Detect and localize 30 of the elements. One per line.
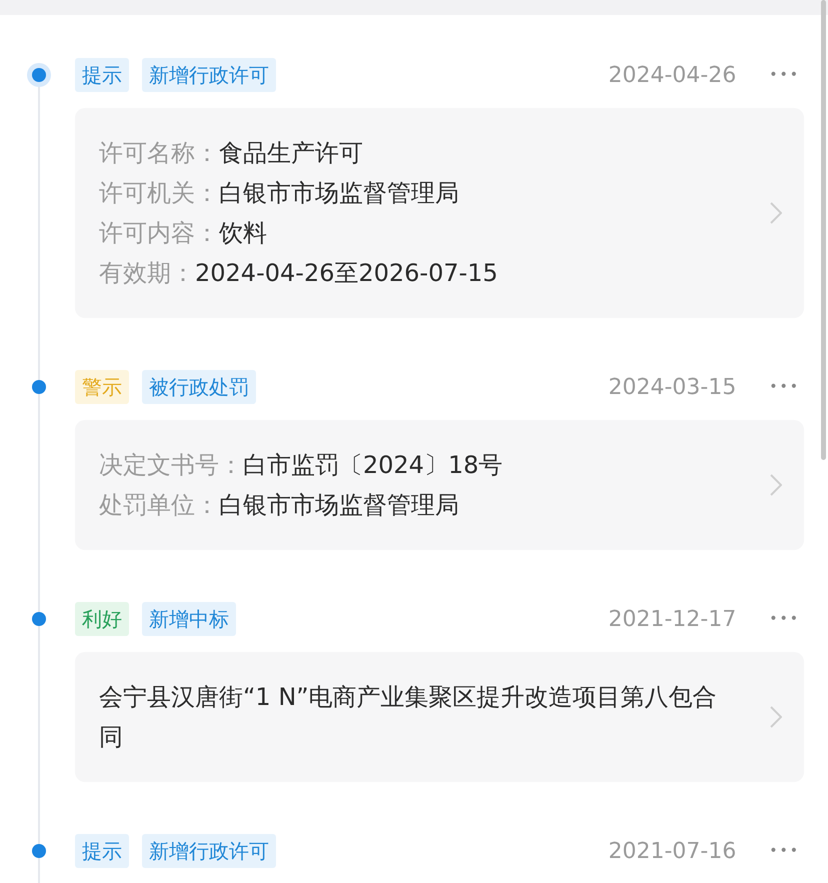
tag: 被行政处罚 (142, 370, 256, 404)
detail-field: 处罚单位：白银市市场监督管理局 (99, 485, 734, 525)
tag: 提示 (75, 834, 129, 868)
chevron-right-icon (770, 473, 782, 497)
more-button[interactable]: ••• (769, 379, 800, 395)
chevron-right-icon (770, 705, 782, 729)
detail-card[interactable]: 决定文书号：白市监罚〔2024〕18号 处罚单位：白银市市场监督管理局 (75, 420, 804, 550)
detail-card[interactable]: 许可名称：食品生产许可 许可机关：白银市市场监督管理局 许可内容：饮料 有效期：2024-04-26至2026-07-15 (75, 108, 804, 318)
detail-field: 许可内容：饮料 (99, 213, 734, 253)
detail-field: 决定文书号：白市监罚〔2024〕18号 (99, 445, 734, 485)
detail-field: 许可名称：食品生产许可 (99, 133, 734, 173)
more-button[interactable]: ••• (769, 843, 800, 859)
more-button[interactable]: ••• (769, 611, 800, 627)
tag: 新增中标 (142, 602, 236, 636)
detail-card[interactable]: 会宁县汉唐街“1 N”电商产业集聚区提升改造项目第八包合同 (75, 652, 804, 782)
tag: 利好 (75, 602, 129, 636)
tag: 警示 (75, 370, 129, 404)
chevron-right-icon (770, 201, 782, 225)
tag: 提示 (75, 58, 129, 92)
date: 2021-07-16 (608, 838, 736, 864)
detail-field: 有效期：2024-04-26至2026-07-15 (99, 253, 734, 293)
detail-field: 许可机关：白银市市场监督管理局 (99, 173, 734, 213)
tag: 新增行政许可 (142, 834, 276, 868)
date: 2024-04-26 (608, 62, 736, 88)
tag: 新增行政许可 (142, 58, 276, 92)
date: 2021-12-17 (608, 606, 736, 632)
more-button[interactable]: ••• (769, 67, 800, 83)
scrollbar[interactable] (821, 0, 826, 460)
date: 2024-03-15 (608, 374, 736, 400)
detail-text: 会宁县汉唐街“1 N”电商产业集聚区提升改造项目第八包合同 (99, 682, 718, 753)
